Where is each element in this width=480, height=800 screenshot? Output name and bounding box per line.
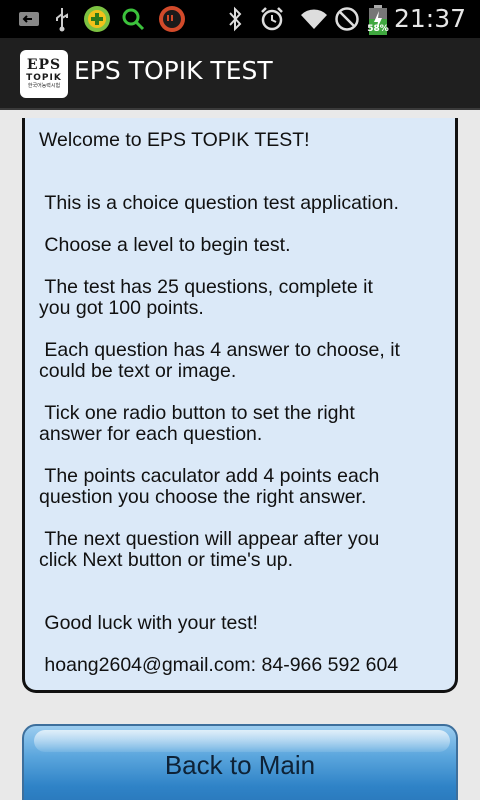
plus-app-icon: [83, 6, 111, 32]
alarm-icon: [259, 6, 285, 32]
info-paragraph: Choose a level to begin test.: [39, 234, 291, 256]
contact-text: hoang2604@gmail.com: 84-966 592 604: [39, 654, 399, 676]
info-paragraph: Each question has 4 answer to choose, it…: [39, 339, 400, 382]
info-paragraph: The test has 25 questions, complete it y…: [39, 276, 373, 319]
info-paragraph: The next question will appear after you …: [39, 528, 380, 571]
app-logo-line2: TOPIK: [26, 73, 62, 83]
back-notification-icon: [18, 6, 40, 32]
action-bar: EPS TOPIK 한국어능력시험 EPS TOPIK TEST: [0, 38, 480, 110]
app-logo-line3: 한국어능력시험: [27, 83, 61, 89]
good-luck-text: Good luck with your test!: [39, 612, 258, 634]
usb-icon: [52, 6, 72, 32]
app-logo-icon[interactable]: EPS TOPIK 한국어능력시험: [20, 50, 68, 98]
welcome-text: Welcome to EPS TOPIK TEST!: [39, 129, 310, 151]
chat-notification-icon: [157, 6, 187, 32]
no-signal-icon: [334, 6, 360, 32]
bluetooth-icon: [226, 6, 244, 32]
button-gloss: [34, 730, 450, 752]
info-paragraph: This is a choice question test applicati…: [39, 192, 399, 214]
info-paragraph: The points caculator add 4 points each q…: [39, 465, 380, 508]
battery-charging-icon: 58%: [367, 4, 389, 36]
search-notification-icon: [121, 6, 145, 32]
back-to-main-label: Back to Main: [164, 750, 316, 780]
info-paragraph: Tick one radio button to set the right a…: [39, 402, 355, 445]
clock: 21:37: [393, 4, 466, 33]
wifi-icon: [299, 6, 329, 32]
back-to-main-button[interactable]: Back to Main: [22, 724, 458, 800]
info-panel: Welcome to EPS TOPIK TEST! This is a cho…: [22, 118, 458, 693]
battery-level: 58%: [367, 24, 389, 34]
app-logo-line1: EPS: [26, 57, 62, 73]
app-title: EPS TOPIK TEST: [74, 56, 273, 85]
status-bar: 58% 21:37: [0, 0, 480, 38]
